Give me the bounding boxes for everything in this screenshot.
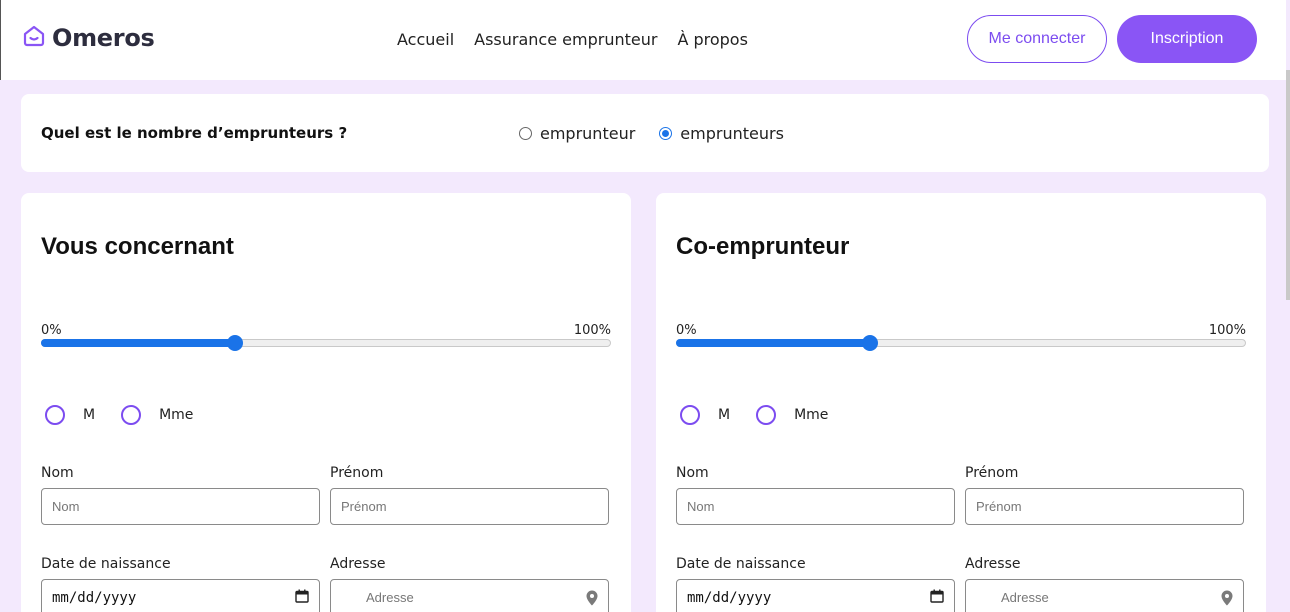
date-naissance-label: Date de naissance bbox=[41, 556, 171, 572]
location-pin-icon bbox=[1221, 590, 1233, 609]
panel-vous-concernant: Vous concernant 0% 100% M Mme Nom Nom Pr… bbox=[21, 193, 631, 612]
page-scrollbar[interactable] bbox=[1286, 0, 1290, 612]
signup-button[interactable]: Inscription bbox=[1117, 15, 1257, 63]
radio-m-label: M bbox=[718, 407, 731, 423]
radio-m-label: M bbox=[83, 407, 96, 423]
main-nav: Accueil Assurance emprunteur À propos bbox=[397, 30, 748, 49]
adresse-input[interactable]: Adresse bbox=[330, 579, 609, 612]
radio-m[interactable] bbox=[680, 405, 700, 425]
date-naissance-input[interactable]: mm/dd/yyyy bbox=[41, 579, 320, 612]
coverage-slider[interactable] bbox=[676, 335, 1246, 351]
adresse-placeholder: Adresse bbox=[366, 590, 414, 605]
nav-item-assurance-emprunteur[interactable]: Assurance emprunteur bbox=[474, 30, 657, 49]
radio-mme-label: Mme bbox=[794, 407, 829, 423]
adresse-label: Adresse bbox=[330, 556, 386, 572]
date-placeholder: mm/dd/yyyy bbox=[52, 589, 137, 606]
nom-input[interactable]: Nom bbox=[676, 488, 955, 525]
prenom-label: Prénom bbox=[330, 465, 384, 481]
borrower-count-options: emprunteur emprunteurs bbox=[519, 124, 784, 143]
scrollbar-thumb[interactable] bbox=[1286, 70, 1290, 300]
calendar-icon[interactable] bbox=[930, 589, 944, 607]
brand-name: Omeros bbox=[52, 24, 155, 52]
brand-logo[interactable]: Omeros bbox=[22, 24, 155, 52]
prenom-input[interactable]: Prénom bbox=[330, 488, 609, 525]
radio-emprunteurs[interactable] bbox=[659, 127, 673, 140]
radio-m[interactable] bbox=[45, 405, 65, 425]
nav-item-accueil[interactable]: Accueil bbox=[397, 30, 454, 49]
nom-input[interactable]: Nom bbox=[41, 488, 320, 525]
nom-label: Nom bbox=[41, 465, 74, 481]
slider-min-label: 0% bbox=[676, 323, 697, 338]
calendar-icon[interactable] bbox=[295, 589, 309, 607]
prenom-input[interactable]: Prénom bbox=[965, 488, 1244, 525]
coverage-slider[interactable] bbox=[41, 335, 611, 351]
panel-title: Vous concernant bbox=[41, 233, 234, 260]
radio-mme[interactable] bbox=[756, 405, 777, 425]
adresse-input[interactable]: Adresse bbox=[965, 579, 1244, 612]
slider-thumb[interactable] bbox=[862, 335, 878, 351]
date-naissance-label: Date de naissance bbox=[676, 556, 806, 572]
option-emprunteur-label: emprunteur bbox=[540, 124, 636, 143]
option-emprunteur[interactable]: emprunteur bbox=[519, 124, 635, 143]
location-pin-icon bbox=[586, 590, 598, 609]
slider-max-label: 100% bbox=[573, 323, 611, 338]
date-naissance-input[interactable]: mm/dd/yyyy bbox=[676, 579, 955, 612]
prenom-label: Prénom bbox=[965, 465, 1019, 481]
home-logo-icon bbox=[22, 24, 46, 52]
radio-mme-label: Mme bbox=[159, 407, 194, 423]
nom-label: Nom bbox=[676, 465, 709, 481]
slider-fill bbox=[676, 339, 870, 347]
option-emprunteurs[interactable]: emprunteurs bbox=[659, 124, 784, 143]
slider-thumb[interactable] bbox=[227, 335, 243, 351]
login-button[interactable]: Me connecter bbox=[967, 15, 1107, 63]
panel-co-emprunteur: Co-emprunteur 0% 100% M Mme Nom Nom Prén… bbox=[656, 193, 1266, 612]
option-emprunteurs-label: emprunteurs bbox=[680, 124, 784, 143]
radio-emprunteur[interactable] bbox=[519, 127, 532, 140]
top-navigation-bar: Omeros Accueil Assurance emprunteur À pr… bbox=[0, 0, 1286, 80]
adresse-placeholder: Adresse bbox=[1001, 590, 1049, 605]
nom-placeholder: Nom bbox=[52, 499, 80, 514]
panel-title: Co-emprunteur bbox=[676, 233, 850, 260]
slider-max-label: 100% bbox=[1208, 323, 1246, 338]
slider-min-label: 0% bbox=[41, 323, 62, 338]
civility-group: M Mme bbox=[45, 405, 219, 425]
borrower-count-card: Quel est le nombre d’emprunteurs ? empru… bbox=[21, 94, 1269, 172]
borrower-count-question: Quel est le nombre d’emprunteurs ? bbox=[41, 124, 348, 142]
nom-placeholder: Nom bbox=[687, 499, 715, 514]
date-placeholder: mm/dd/yyyy bbox=[687, 589, 772, 606]
civility-group: M Mme bbox=[680, 405, 854, 425]
slider-fill bbox=[41, 339, 235, 347]
nav-item-a-propos[interactable]: À propos bbox=[677, 30, 747, 49]
adresse-label: Adresse bbox=[965, 556, 1021, 572]
prenom-placeholder: Prénom bbox=[341, 499, 387, 514]
prenom-placeholder: Prénom bbox=[976, 499, 1022, 514]
radio-mme[interactable] bbox=[121, 405, 142, 425]
